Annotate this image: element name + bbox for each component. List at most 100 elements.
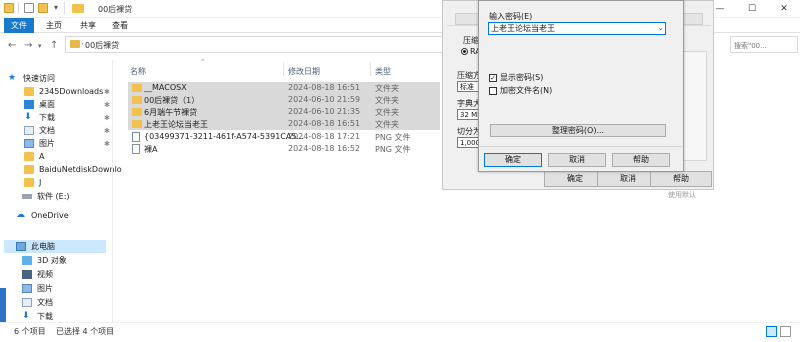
sidebar-item-downloads[interactable]: ⬇ 下载 <box>24 111 55 124</box>
sidebar-item-label: 软件 (E:) <box>37 192 70 201</box>
document-icon <box>22 298 32 307</box>
file-row[interactable]: 00后裸贷（1） 2024-06-10 21:59 文件夹 <box>128 94 440 106</box>
document-icon <box>24 126 34 135</box>
sidebar-item-label: 图片 <box>39 139 55 148</box>
new-folder-icon[interactable] <box>38 3 48 13</box>
up-icon[interactable]: ↑ <box>50 40 58 51</box>
sidebar-item-drive-e[interactable]: 软件 (E:) <box>22 190 70 203</box>
sidebar-item-label: 快速访问 <box>23 74 55 83</box>
column-header-date[interactable]: 修改日期 <box>288 66 320 77</box>
recent-locations-icon[interactable]: ▾ <box>38 42 42 50</box>
file-row[interactable]: {03499371-3211-461f-A574-5391CA5... 2024… <box>128 131 440 143</box>
compress-help-button[interactable]: 帮助 <box>650 171 712 187</box>
file-name: __MACOSX <box>144 83 187 92</box>
sidebar-item-documents-pc[interactable]: 文档 <box>22 296 53 309</box>
checkbox-label: 加密文件名(N) <box>500 86 553 95</box>
address-bar[interactable] <box>65 36 445 53</box>
password-help-button[interactable]: 帮助 <box>612 153 670 167</box>
forward-icon[interactable]: → <box>24 40 32 51</box>
star-icon: ★ <box>8 73 17 83</box>
pin-icon: ✱ <box>104 88 110 96</box>
chevron-down-icon[interactable]: ⌄ <box>655 22 666 35</box>
file-row[interactable]: 6月端午节裸贷 2024-06-10 21:35 文件夹 <box>128 106 440 118</box>
navigation-pane: ★ 快速访问 2345Downloads 桌面 ⬇ 下载 文档 图片 A Bai… <box>0 60 122 322</box>
column-divider[interactable] <box>283 62 284 76</box>
sidebar-item-baidunetdisk[interactable]: BaiduNetdiskDownlo <box>24 163 122 176</box>
folder-icon <box>72 4 84 13</box>
checkbox-icon <box>489 86 497 95</box>
sidebar-item-label: OneDrive <box>31 211 69 220</box>
maximize-button[interactable]: ☐ <box>736 0 768 18</box>
sidebar-item-2345downloads[interactable]: 2345Downloads <box>24 85 103 98</box>
sidebar-item-a[interactable]: A <box>24 150 44 163</box>
pin-icon: ✱ <box>104 140 110 148</box>
file-type: 文件夹 <box>375 96 399 105</box>
customize-quick-access-icon[interactable]: ▾ <box>54 3 58 12</box>
password-cancel-button[interactable]: 取消 <box>548 153 606 167</box>
desktop-icon <box>24 100 34 109</box>
folder-icon <box>24 165 34 174</box>
compress-mode-label: 压缩 <box>463 36 479 45</box>
column-divider[interactable] <box>370 62 371 76</box>
file-row[interactable]: 上老王论坛当老王 2024-08-18 16:51 文件夹 <box>128 118 440 130</box>
sidebar-item-3d-objects[interactable]: 3D 对象 <box>22 254 67 267</box>
sidebar-item-label: A <box>39 152 45 161</box>
sidebar-item-label: J <box>39 178 42 187</box>
sidebar-item-j[interactable]: J <box>24 176 41 189</box>
back-icon[interactable]: ← <box>8 40 16 51</box>
folder-icon <box>132 84 142 92</box>
sort-arrow-icon: ⌃ <box>200 58 206 66</box>
cloud-icon: ☁ <box>16 210 25 220</box>
video-icon <box>22 270 32 279</box>
column-header-type[interactable]: 类型 <box>375 66 391 77</box>
properties-icon[interactable] <box>24 3 34 13</box>
picture-icon <box>22 284 32 293</box>
sidebar-item-label: 桌面 <box>39 100 55 109</box>
sidebar-item-label: 3D 对象 <box>37 256 67 265</box>
sidebar-item-label: 下载 <box>37 312 53 321</box>
sidebar-item-pictures-pc[interactable]: 图片 <box>22 282 53 295</box>
chevron-right-icon: › <box>81 40 84 48</box>
radio-icon <box>461 48 468 55</box>
file-date: 2024-08-18 16:51 <box>288 119 361 128</box>
image-file-icon <box>132 144 140 154</box>
large-icons-view-icon[interactable] <box>780 326 791 337</box>
file-name: 00后裸贷（1） <box>144 96 200 105</box>
sidebar-item-label: 文档 <box>37 298 53 307</box>
close-button[interactable]: ✕ <box>768 0 800 18</box>
sidebar-item-label: 图片 <box>37 284 53 293</box>
tab-file[interactable]: 文件 <box>4 18 34 33</box>
show-password-checkbox[interactable]: ✓ 显示密码(S) <box>489 72 659 83</box>
file-row[interactable]: 裸A 2024-08-18 16:52 PNG 文件 <box>128 143 440 155</box>
encrypt-filenames-checkbox[interactable]: 加密文件名(N) <box>489 85 659 96</box>
sidebar-item-documents[interactable]: 文档 <box>24 124 55 137</box>
file-name: 上老王论坛当老王 <box>144 120 208 129</box>
details-view-icon[interactable] <box>766 326 777 337</box>
separator <box>64 2 65 14</box>
computer-icon <box>16 242 26 251</box>
sidebar-item-label: 视频 <box>37 270 53 279</box>
file-row[interactable]: __MACOSX 2024-08-18 16:51 文件夹 <box>128 82 440 94</box>
file-date: 2024-08-18 17:21 <box>288 132 361 141</box>
sidebar-item-onedrive[interactable]: ☁ OneDrive <box>16 209 69 222</box>
search-placeholder: 搜索"00... <box>734 42 767 50</box>
checkbox-checked-icon: ✓ <box>489 73 497 82</box>
column-header-name[interactable]: 名称 <box>130 66 146 77</box>
password-ok-button[interactable]: 确定 <box>484 153 542 167</box>
file-date: 2024-06-10 21:35 <box>288 107 361 116</box>
item-count: 6 个项目 <box>14 327 46 336</box>
tab-home[interactable]: 主页 <box>40 18 68 33</box>
pane-divider[interactable] <box>112 60 113 322</box>
password-input[interactable]: 上老王论坛当老王 <box>488 22 666 35</box>
sidebar-item-pictures[interactable]: 图片 <box>24 137 55 150</box>
sidebar-item-videos[interactable]: 视频 <box>22 268 53 281</box>
folder-icon <box>132 96 142 104</box>
sidebar-item-quick-access[interactable]: ★ 快速访问 <box>8 72 55 85</box>
3d-icon <box>22 256 32 265</box>
tab-view[interactable]: 查看 <box>106 18 134 33</box>
sidebar-item-this-pc[interactable]: 此电脑 <box>4 240 106 253</box>
tab-share[interactable]: 共享 <box>74 18 102 33</box>
sidebar-item-desktop[interactable]: 桌面 <box>24 98 55 111</box>
organize-passwords-button[interactable]: 整理密码(O)... <box>490 124 666 137</box>
address-path: 00后裸贷 <box>85 41 120 50</box>
